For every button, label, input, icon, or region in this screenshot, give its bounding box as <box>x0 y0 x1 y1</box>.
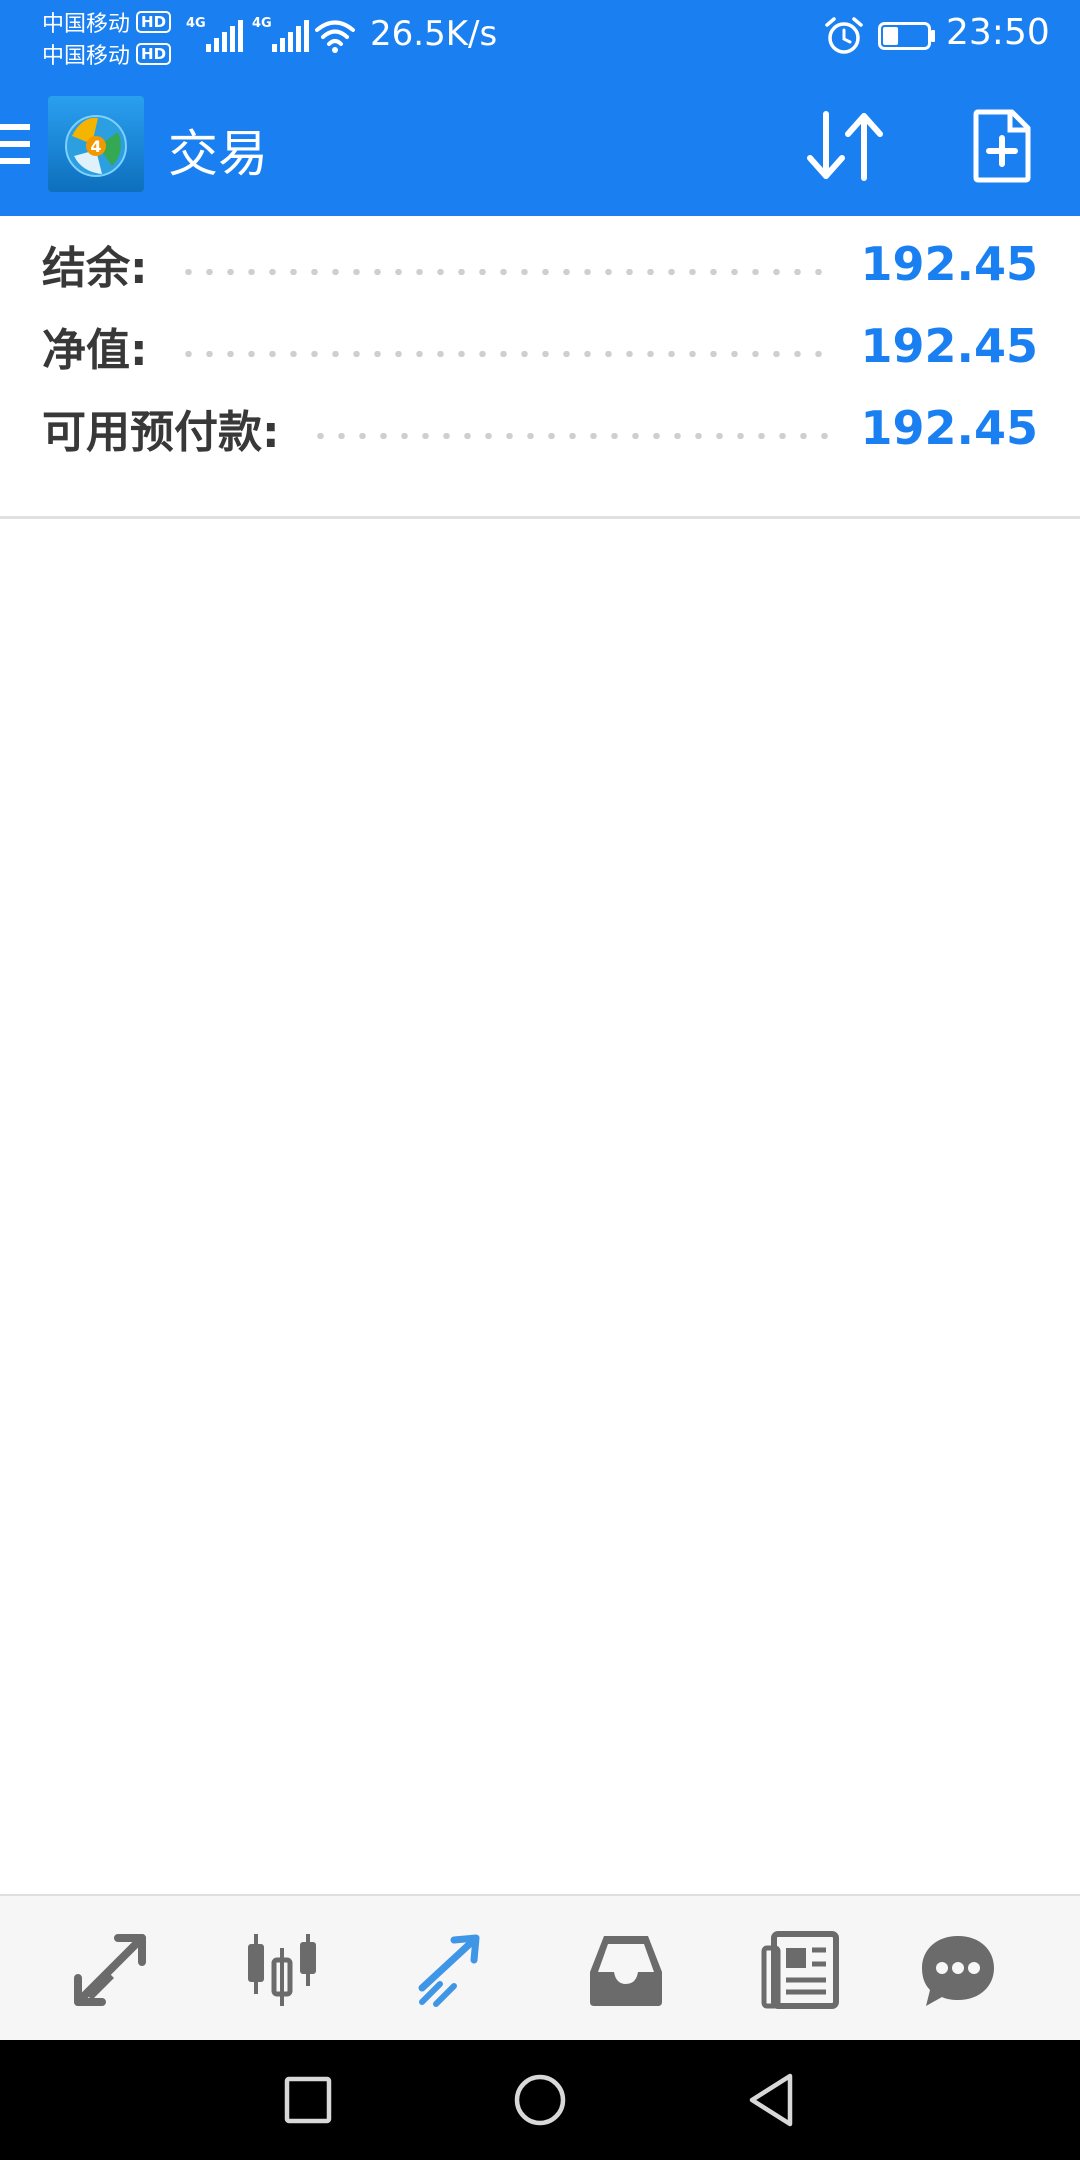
dot-leader <box>177 269 831 275</box>
trade-tab[interactable] <box>412 1928 496 2012</box>
back-icon[interactable] <box>742 2070 802 2130</box>
carrier-1-label: 中国移动 <box>42 12 131 37</box>
bottom-nav <box>0 1894 1080 2042</box>
sort-icon[interactable] <box>804 108 886 184</box>
battery-icon <box>878 22 935 50</box>
app-bar: 4 交易 <box>0 72 1080 216</box>
quotes-icon <box>74 1934 146 2006</box>
hd-badge-1: HD <box>136 11 172 33</box>
balance-label: 结余: <box>42 243 148 294</box>
history-tab[interactable] <box>584 1928 668 2012</box>
news-icon <box>761 1931 839 2009</box>
dot-leader <box>177 351 831 357</box>
history-icon <box>590 1936 662 2006</box>
page-title: 交易 <box>168 125 268 183</box>
carrier-block: 中国移动 HD 中国移动 HD <box>42 6 182 70</box>
app-logo: 4 <box>48 96 144 192</box>
carrier-line-1: 中国移动 HD <box>42 6 182 38</box>
chart-tab[interactable] <box>240 1928 324 2012</box>
menu-icon[interactable] <box>0 124 32 164</box>
balance-row: 结余: 192.45 <box>42 224 1038 304</box>
logo-badge: 4 <box>90 137 101 156</box>
equity-label: 净值: <box>42 325 148 376</box>
free-margin-row: 可用预付款: 192.45 <box>42 388 1038 468</box>
equity-row: 净值: 192.45 <box>42 306 1038 386</box>
carrier-2-label: 中国移动 <box>42 44 131 69</box>
free-margin-value: 192.45 <box>860 401 1038 455</box>
equity-value: 192.45 <box>860 319 1038 373</box>
dot-leader <box>309 433 831 439</box>
wifi-icon <box>315 20 355 53</box>
net-speed: 26.5K/s <box>370 14 498 54</box>
hd-badge-2: HD <box>136 43 172 65</box>
recent-apps-icon[interactable] <box>278 2070 338 2130</box>
chat-tab[interactable] <box>916 1928 1000 2012</box>
free-margin-label: 可用预付款: <box>42 407 280 458</box>
network-1-label: 4G <box>186 16 206 31</box>
status-bar: 中国移动 HD 中国移动 HD 4G 4G 26.5K/s 23:50 <box>0 0 1080 72</box>
system-nav-bar <box>0 2040 1080 2160</box>
new-order-icon[interactable] <box>972 108 1032 184</box>
home-icon[interactable] <box>510 2070 570 2130</box>
account-summary: 结余: 192.45 净值: 192.45 可用预付款: 192.45 <box>0 216 1080 519</box>
clock: 23:50 <box>946 12 1050 53</box>
chart-icon <box>248 1934 316 2006</box>
trade-icon <box>418 1934 480 2007</box>
network-2-label: 4G <box>252 16 272 31</box>
alarm-icon <box>825 17 863 54</box>
news-tab[interactable] <box>758 1928 842 2012</box>
chat-icon <box>922 1936 994 2006</box>
quotes-tab[interactable] <box>68 1928 152 2012</box>
carrier-line-2: 中国移动 HD <box>42 38 182 70</box>
balance-value: 192.45 <box>860 237 1038 291</box>
